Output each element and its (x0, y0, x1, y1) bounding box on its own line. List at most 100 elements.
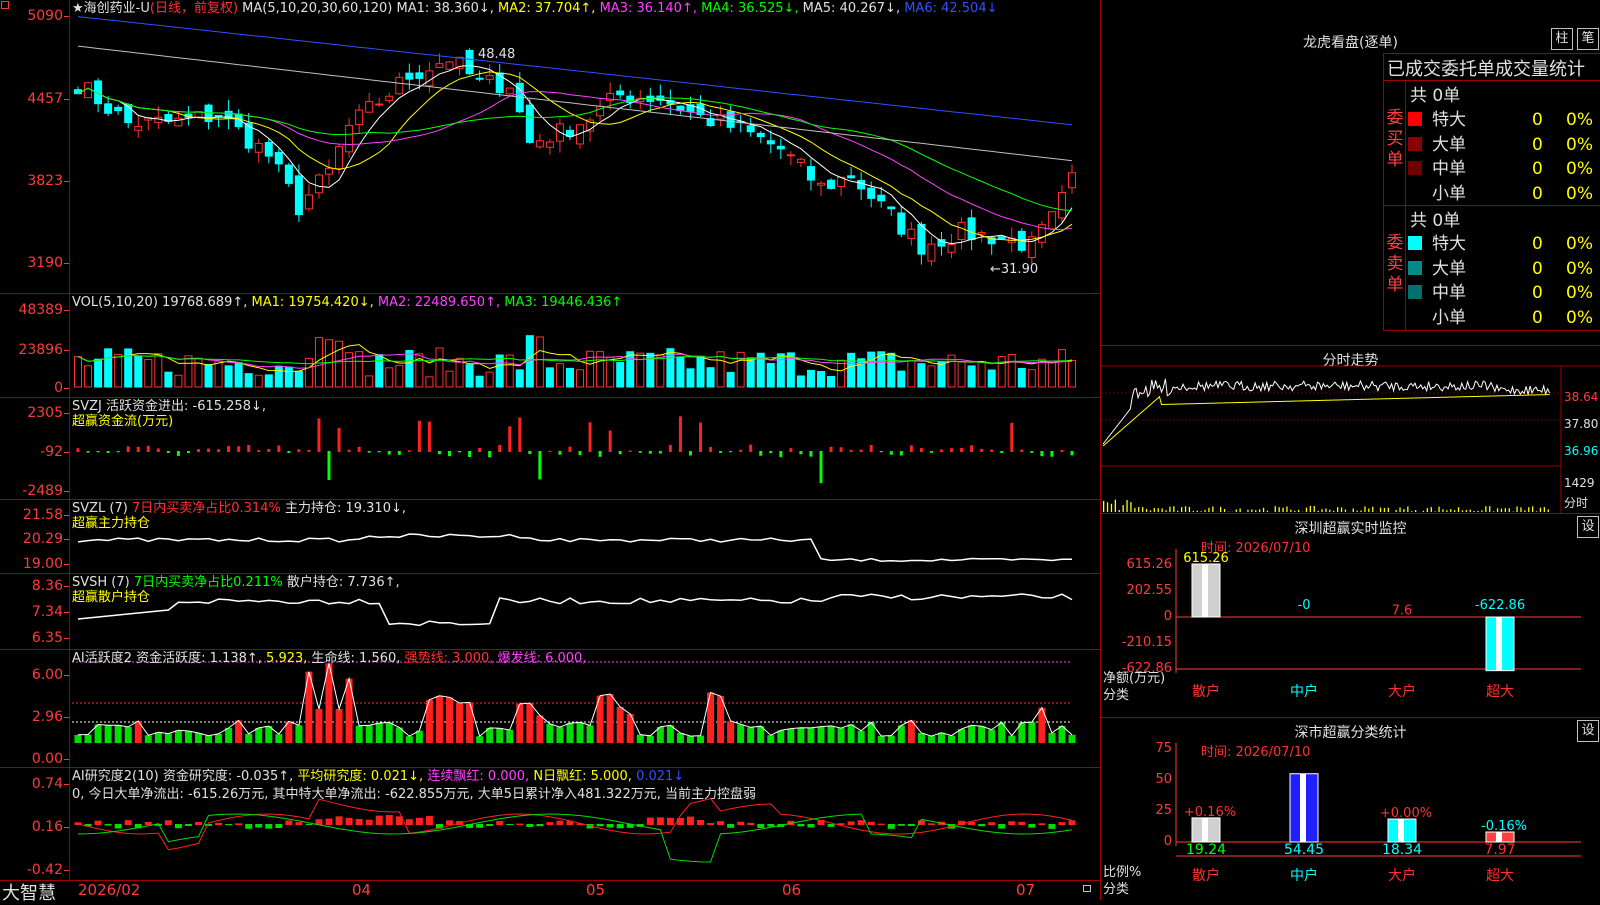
svzj-subtitle: 超赢资金流(万元) (72, 414, 173, 430)
ai-active-v5: 爆发线: 6.000, (498, 651, 587, 666)
candle (295, 176, 302, 215)
intraday-vol-bar (1540, 508, 1541, 512)
activity-bar (968, 725, 975, 743)
flow-bar (960, 448, 963, 452)
ai-research-name[interactable]: AI研究度2(10) (72, 769, 159, 784)
buy-value: 0 (1532, 135, 1566, 155)
ai-active-name[interactable]: AI活跃度2 (72, 651, 132, 666)
flow-bar (518, 418, 521, 452)
activity-bar (577, 722, 584, 743)
volume-bar (747, 358, 754, 387)
color-swatch-icon (1408, 310, 1422, 324)
volume-bar (155, 354, 162, 387)
period-label[interactable]: (日线，前复权) (150, 1, 238, 16)
monitor-chart[interactable]: 615.26202.550-210.15-622.86615.26散户-0中户7… (1101, 514, 1600, 718)
volume-bar (285, 367, 292, 387)
flow-bar (830, 447, 833, 452)
svzj-pane[interactable]: 2305 -92 -2489 SVZJ 活跃资金进出: -615.258↓, 超… (0, 398, 1100, 500)
intraday-vol-bar (1446, 510, 1447, 512)
research-bar (115, 824, 122, 828)
classify-bar-highlight (1202, 818, 1208, 842)
research-bar (536, 824, 543, 826)
flow-bar (809, 451, 812, 457)
volume-bar (265, 375, 272, 387)
candle (1069, 173, 1076, 188)
activity-bar (315, 709, 322, 743)
activity-bar (145, 735, 152, 743)
activity-bar (155, 732, 162, 743)
flow-bar (568, 447, 571, 452)
classify-chart[interactable]: 7550250+0.16%19.24散户54.45中户+0.00%18.34大户… (1101, 718, 1600, 901)
activity-bar (526, 703, 533, 743)
flow-bar (729, 451, 732, 452)
svsh-pane[interactable]: 8.36 7.34 6.35 SVSH (7) 7日内买卖净占比0.211% 散… (0, 574, 1100, 650)
flow-bar (97, 451, 100, 452)
intraday-vol-bar (1267, 511, 1268, 512)
ai-active-pane[interactable]: 6.00 2.96 0.00 AI活跃度2 资金活跃度: 1.138↑, 5.9… (0, 650, 1100, 768)
classify-panel[interactable]: 深市超赢分类统计 设 时间: 2026/07/10 7550250+0.16%1… (1100, 717, 1600, 900)
candle (135, 127, 142, 131)
flow-bar (940, 449, 943, 452)
activity-bar (436, 696, 443, 743)
activity-bar (617, 707, 624, 743)
volume-bar (165, 372, 172, 387)
activity-bar (848, 724, 855, 743)
research-bar (868, 822, 875, 825)
svzl-pane[interactable]: 21.58 20.29 19.00 SVZL (7) 7日内买卖净占比0.314… (0, 500, 1100, 574)
flow-bar (1020, 450, 1023, 452)
intraday-vol-bar (1138, 507, 1139, 512)
activity-bar (245, 734, 252, 743)
research-bar (556, 821, 563, 825)
volume-bar (878, 352, 885, 387)
activity-bar (838, 728, 845, 743)
intraday-vol-bar (1380, 508, 1381, 512)
research-bar (235, 823, 242, 825)
price-header: ★海创药业-U(日线，前复权) MA(5,10,20,30,60,120) MA… (72, 1, 998, 17)
intraday-vol-bar (1251, 509, 1252, 512)
intraday-vol-bar (1423, 511, 1424, 512)
app-logo[interactable]: 大智慧 (2, 879, 56, 905)
column-view-button[interactable]: 柱 (1551, 28, 1573, 50)
intraday-vol-bar (1357, 511, 1358, 512)
intraday-vol-bar (1197, 511, 1198, 512)
lock-icon[interactable] (1083, 885, 1091, 892)
activity-bar (727, 721, 734, 743)
research-bar (275, 824, 282, 828)
candlestick-chart[interactable] (0, 0, 1100, 294)
lhb-title: 龙虎看盘(逐单) (1101, 32, 1600, 52)
volume-pane[interactable]: 48389 23896 0 VOL(5,10,20) 19768.689↑, M… (0, 294, 1100, 398)
candle (868, 188, 875, 198)
activity-bar (566, 723, 573, 743)
ai-research-pane[interactable]: 0.74 0.16 -0.42 AI研究度2(10) 资金研究度: -0.035… (0, 768, 1100, 880)
ma4-value: MA4: 36.525↓, (701, 1, 798, 16)
ai-active-header: AI活跃度2 资金活跃度: 1.138↑, 5.923, 生命线: 1.560,… (72, 651, 586, 667)
svzl-name[interactable]: SVZL (7) (72, 501, 128, 516)
tick-view-button[interactable]: 笔 (1577, 28, 1599, 50)
candle (406, 73, 413, 79)
volume-indicator-name[interactable]: VOL(5,10,20) (72, 295, 158, 310)
flow-bar (689, 451, 692, 456)
svzj-header[interactable]: SVZJ 活跃资金进出: -615.258↓, (72, 399, 266, 415)
stock-name[interactable]: 海创药业-U (84, 1, 150, 16)
volume-bar (376, 355, 383, 387)
volume-bar (386, 368, 393, 387)
flow-bar (137, 447, 140, 452)
volume-ma3: MA3: 19446.436↑ (504, 295, 622, 310)
intraday-vol-bar (1275, 506, 1276, 512)
price-pane[interactable]: 5090 4457 3823 3190 ★海创药业-U(日线，前复权) MA(5… (0, 0, 1100, 294)
candle (787, 155, 794, 156)
intraday-panel[interactable]: 分时走势 38.64 37.80 36.96 1429 分时 (1100, 345, 1600, 513)
classify-category: 中户 (1290, 867, 1318, 884)
svsh-name[interactable]: SVSH (7) (72, 575, 130, 590)
intraday-chart[interactable] (1101, 346, 1600, 514)
flow-bar (749, 445, 752, 452)
monitor-value-label: -0 (1298, 598, 1311, 613)
flow-bar (328, 451, 331, 480)
ai-active-chart[interactable] (0, 650, 1100, 768)
flow-bar (1071, 451, 1074, 455)
candle (536, 141, 543, 147)
intraday-price-label: 37.80 (1564, 417, 1598, 431)
flow-bar (548, 451, 551, 452)
research-bar (1048, 824, 1055, 829)
monitor-panel[interactable]: 深圳超赢实时监控 设 时间: 2026/07/10 615.26202.550-… (1100, 513, 1600, 717)
